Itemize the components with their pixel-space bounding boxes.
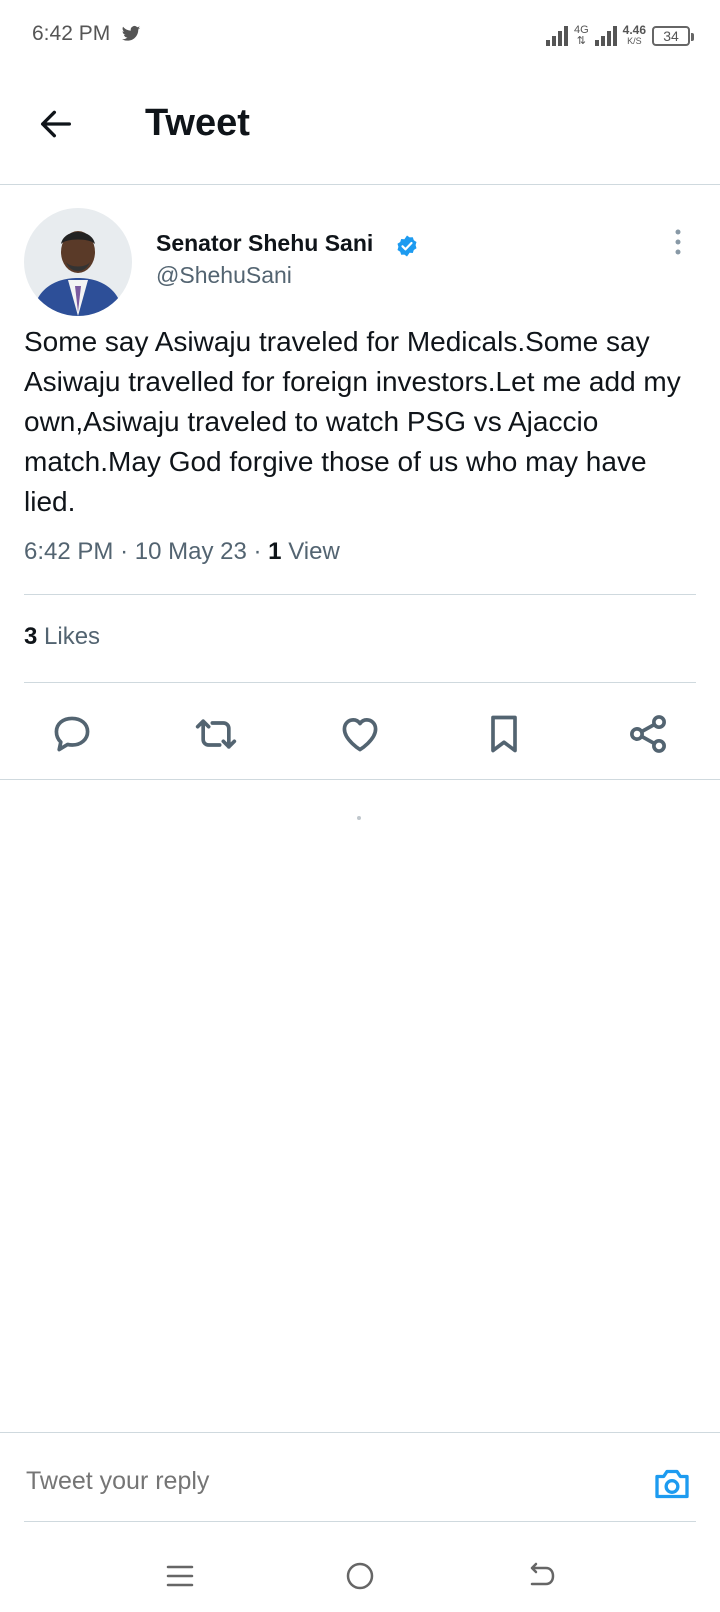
bookmark-icon[interactable] — [482, 712, 526, 756]
meta-separator: · — [120, 538, 129, 565]
network-speed: 4.46 K/S — [622, 23, 646, 47]
divider — [0, 779, 720, 780]
like-label: Likes — [44, 623, 101, 650]
back-arrow-icon[interactable] — [36, 104, 76, 144]
status-indicators: 4G ⇅ 4.46 K/S 34 — [545, 20, 694, 52]
like-heart-icon[interactable] — [338, 712, 382, 756]
reply-icon[interactable] — [50, 712, 94, 756]
likes-row[interactable]: 3 Likes — [24, 623, 100, 651]
signal-strength-icon — [545, 26, 568, 46]
speed-value: 4.46 — [622, 23, 646, 37]
signal-strength-2-icon — [594, 26, 617, 46]
divider — [0, 1432, 720, 1433]
status-bar: 6:42 PM 4G ⇅ 4.46 K/S 34 — [0, 0, 720, 72]
battery-level: 34 — [663, 28, 679, 44]
like-count: 3 — [24, 623, 38, 650]
meta-separator: · — [253, 538, 262, 565]
camera-icon[interactable] — [652, 1464, 692, 1504]
tweet-time[interactable]: 6:42 PM — [24, 538, 113, 565]
divider — [24, 594, 696, 595]
twitter-bird-icon — [121, 26, 141, 41]
tweet-date[interactable]: 10 May 23 — [135, 538, 247, 565]
network-type: 4G ⇅ — [574, 25, 589, 47]
more-options-icon[interactable] — [664, 226, 692, 258]
reply-input[interactable] — [24, 1466, 618, 1497]
status-time: 6:42 PM — [32, 22, 111, 45]
author-name[interactable]: Senator Shehu Sani — [156, 230, 373, 257]
tweet-text: Some say Asiwaju traveled for Medicals.S… — [24, 326, 681, 517]
author-handle[interactable]: @ShehuSani — [156, 262, 292, 289]
menu-icon[interactable] — [160, 1558, 200, 1594]
verified-badge-icon — [397, 235, 417, 257]
divider — [24, 1521, 696, 1522]
speed-unit: K/S — [627, 36, 642, 46]
page-title: Tweet — [145, 102, 250, 144]
tweet-meta: 6:42 PM · 10 May 23 · 1 View — [24, 538, 340, 566]
loading-indicator — [357, 816, 361, 820]
avatar-image — [24, 208, 132, 316]
divider — [24, 682, 696, 683]
avatar[interactable] — [24, 208, 132, 316]
retweet-icon[interactable] — [194, 712, 238, 756]
view-count: 1 — [268, 538, 282, 565]
battery-icon: 34 — [652, 26, 694, 46]
back-nav-icon[interactable] — [520, 1558, 560, 1594]
home-circle-icon[interactable] — [340, 1558, 380, 1594]
view-label: View — [288, 538, 340, 565]
header: Tweet — [0, 72, 720, 185]
network-sub: ⇅ — [576, 35, 586, 47]
share-icon[interactable] — [626, 712, 670, 756]
